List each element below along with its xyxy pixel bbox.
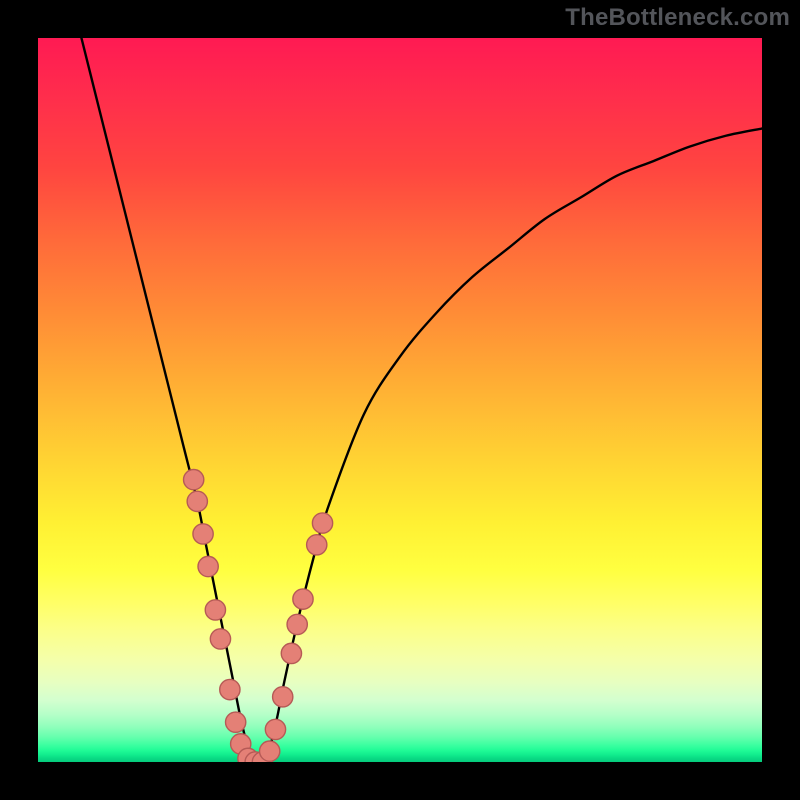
data-marker bbox=[312, 513, 332, 533]
data-marker bbox=[287, 614, 307, 634]
data-marker bbox=[187, 491, 207, 511]
data-marker bbox=[220, 679, 240, 699]
data-marker bbox=[226, 712, 246, 732]
data-marker bbox=[293, 589, 313, 609]
data-marker bbox=[198, 556, 218, 576]
chart-overlay bbox=[38, 38, 762, 762]
data-marker bbox=[281, 643, 301, 663]
data-marker bbox=[184, 470, 204, 490]
plot-area bbox=[38, 38, 762, 762]
watermark-text: TheBottleneck.com bbox=[565, 4, 790, 32]
data-marker bbox=[265, 719, 285, 739]
data-marker bbox=[193, 524, 213, 544]
bottleneck-curve bbox=[81, 38, 762, 762]
data-marker bbox=[273, 687, 293, 707]
chart-container: TheBottleneck.com bbox=[0, 0, 800, 800]
data-marker bbox=[210, 629, 230, 649]
data-markers bbox=[184, 470, 333, 763]
data-marker bbox=[205, 600, 225, 620]
data-marker bbox=[260, 741, 280, 761]
data-marker bbox=[307, 535, 327, 555]
